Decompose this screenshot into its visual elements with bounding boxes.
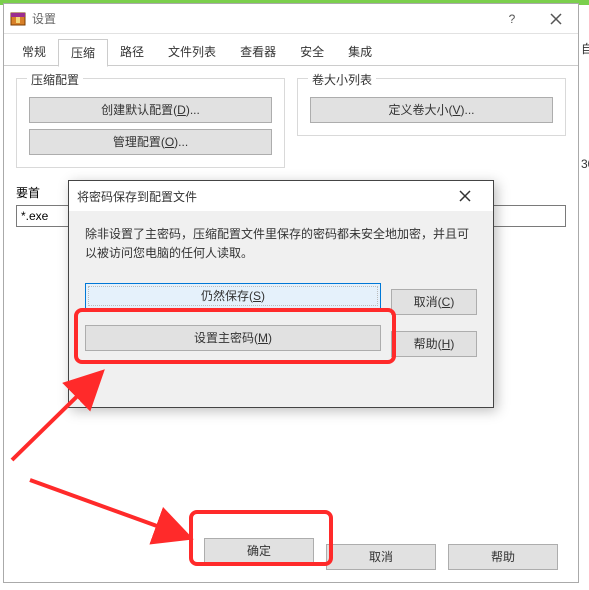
tab-filelist[interactable]: 文件列表 bbox=[156, 39, 228, 67]
dialog-help-button[interactable]: 帮助(H) bbox=[391, 331, 477, 357]
define-volume-size-button[interactable]: 定义卷大小(V)... bbox=[310, 97, 553, 123]
bottom-button-bar: 确定 取消 帮助 bbox=[4, 538, 578, 570]
btn-text: )... bbox=[186, 103, 200, 117]
tab-security[interactable]: 安全 bbox=[288, 39, 336, 67]
btn-text: 管理配置( bbox=[113, 135, 165, 149]
tab-compression[interactable]: 压缩 bbox=[58, 39, 108, 67]
btn-text: )... bbox=[461, 103, 475, 117]
btn-text: ) bbox=[268, 331, 272, 345]
btn-text: 帮助( bbox=[414, 337, 442, 351]
tab-viewer[interactable]: 查看器 bbox=[228, 39, 288, 67]
manage-profile-button[interactable]: 管理配置(O)... bbox=[29, 129, 272, 155]
btn-text: )... bbox=[174, 135, 188, 149]
save-anyway-button[interactable]: 仍然保存(S) bbox=[85, 283, 381, 309]
tabs: 常规 压缩 路径 文件列表 查看器 安全 集成 bbox=[4, 38, 578, 66]
tab-general[interactable]: 常规 bbox=[10, 39, 58, 67]
dialog-cancel-button[interactable]: 取消(C) bbox=[391, 289, 477, 315]
dialog-titlebar: 将密码保存到配置文件 bbox=[69, 181, 493, 211]
bg-text: 30 bbox=[581, 157, 589, 171]
btn-text: ) bbox=[450, 337, 454, 351]
btn-text: 设置主密码( bbox=[194, 331, 258, 345]
accelerator: V bbox=[452, 103, 460, 117]
group-legend: 卷大小列表 bbox=[308, 71, 376, 88]
group-legend: 压缩配置 bbox=[27, 71, 83, 88]
cancel-button[interactable]: 取消 bbox=[326, 544, 436, 570]
dialog-message: 除非设置了主密码，压缩配置文件里保存的密码都未安全地加密，并且可以被访问您电脑的… bbox=[69, 211, 493, 277]
ok-button[interactable]: 确定 bbox=[204, 538, 314, 564]
window-title: 设置 bbox=[32, 10, 56, 27]
accelerator: D bbox=[177, 103, 186, 117]
accelerator: M bbox=[258, 331, 268, 345]
help-icon[interactable]: ? bbox=[490, 4, 534, 34]
volume-size-group: 卷大小列表 定义卷大小(V)... bbox=[297, 78, 566, 136]
save-password-dialog: 将密码保存到配置文件 除非设置了主密码，压缩配置文件里保存的密码都未安全地加密，… bbox=[68, 180, 494, 408]
btn-text: ) bbox=[261, 289, 265, 303]
btn-text: 创建默认配置( bbox=[101, 103, 177, 117]
tab-integration[interactable]: 集成 bbox=[336, 39, 384, 67]
close-icon[interactable] bbox=[445, 182, 485, 210]
btn-text: ) bbox=[450, 295, 454, 309]
accelerator: S bbox=[253, 289, 261, 303]
compression-profile-group: 压缩配置 创建默认配置(D)... 管理配置(O)... bbox=[16, 78, 285, 168]
close-icon[interactable] bbox=[534, 4, 578, 34]
create-default-profile-button[interactable]: 创建默认配置(D)... bbox=[29, 97, 272, 123]
help-button[interactable]: 帮助 bbox=[448, 544, 558, 570]
dialog-title: 将密码保存到配置文件 bbox=[77, 188, 197, 205]
background-right-hint: 自 30 bbox=[581, 40, 589, 240]
tab-path[interactable]: 路径 bbox=[108, 39, 156, 67]
btn-text: 取消( bbox=[414, 295, 442, 309]
titlebar: 设置 ? bbox=[4, 4, 578, 34]
btn-text: 定义卷大小( bbox=[388, 103, 452, 117]
accelerator: O bbox=[165, 135, 174, 149]
bg-text: 自 bbox=[581, 40, 589, 57]
btn-text: 仍然保存( bbox=[201, 289, 253, 303]
set-master-password-button[interactable]: 设置主密码(M) bbox=[85, 325, 381, 351]
app-icon bbox=[10, 11, 26, 27]
